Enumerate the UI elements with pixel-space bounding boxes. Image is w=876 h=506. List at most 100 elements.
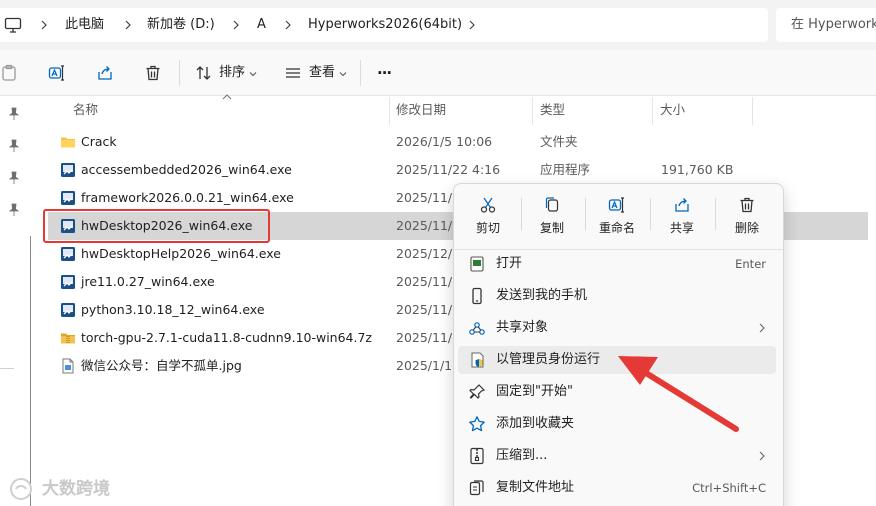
watermark: 大数跨境: [8, 476, 110, 502]
view-icon[interactable]: [284, 64, 302, 82]
copy-button[interactable]: 复制: [520, 192, 584, 242]
address-bar[interactable]: 此电脑 新加卷 (D:) A Hyperworks2026(64bit): [0, 8, 768, 42]
copy-icon: [545, 197, 559, 212]
column-header-date[interactable]: 修改日期: [396, 96, 446, 126]
paste-icon[interactable]: [0, 64, 18, 82]
file-date: 2025/1/10: [396, 358, 461, 373]
breadcrumb-item-this-pc[interactable]: 此电脑: [65, 8, 104, 42]
file-name: jre11.0.27_win64.exe: [81, 274, 215, 289]
trash-icon[interactable]: [144, 64, 162, 82]
rename-icon: [608, 197, 624, 213]
file-date: 2026/1/5 10:06: [396, 134, 493, 149]
copy-label: 复制: [539, 221, 564, 235]
column-separator[interactable]: [752, 97, 753, 125]
sort-button[interactable]: 排序: [219, 50, 245, 96]
menu-item-label: 以管理员身份运行: [496, 352, 601, 367]
file-type: 文件夹: [540, 134, 578, 149]
menu-item-share-with[interactable]: 共享对象: [458, 314, 776, 342]
chevron-right-icon: [41, 20, 47, 30]
file-type: 应用程序: [540, 162, 591, 177]
chevron-right-icon: [759, 323, 765, 333]
breadcrumb-item-drive-d[interactable]: 新加卷 (D:): [147, 8, 215, 42]
file-date: 2025/11/2: [396, 218, 461, 233]
file-row[interactable]: Crack 2026/1/5 10:06 文件夹: [48, 128, 868, 156]
chevron-right-icon: [285, 20, 291, 30]
file-date: 2025/11/22 4:16: [396, 162, 501, 177]
installer-icon: [61, 303, 75, 317]
chevron-down-icon: [249, 72, 257, 77]
column-header-size[interactable]: 大小: [660, 96, 685, 126]
more-options-button[interactable]: ···: [377, 50, 392, 96]
column-separator[interactable]: [652, 97, 653, 125]
pin-icon[interactable]: [8, 203, 20, 217]
breadcrumb-item-hyperworks[interactable]: Hyperworks2026(64bit): [308, 8, 462, 42]
cut-button[interactable]: 剪切: [456, 192, 520, 242]
menu-item-copy-as-path[interactable]: 复制文件地址 Ctrl+Shift+C: [458, 474, 776, 502]
chevron-right-icon: [233, 20, 239, 30]
image-file-icon: [62, 358, 74, 374]
pin-icon[interactable]: [8, 107, 20, 121]
file-size: 191,760 KB: [661, 162, 734, 177]
pin-icon[interactable]: [8, 139, 20, 153]
breadcrumb-item-a[interactable]: A: [257, 8, 266, 42]
column-header-type[interactable]: 类型: [540, 96, 565, 126]
file-name: python3.10.18_12_win64.exe: [81, 302, 265, 317]
file-date: 2025/11/2: [396, 190, 461, 205]
sort-icon[interactable]: [195, 64, 213, 82]
zip-icon: [470, 447, 484, 465]
phone-icon: [472, 287, 482, 305]
menu-item-label: 打开: [496, 256, 523, 271]
chevron-right-icon: [125, 20, 131, 30]
chevron-right-icon[interactable]: [466, 19, 478, 31]
star-icon: [469, 416, 485, 432]
view-button[interactable]: 查看: [309, 50, 335, 96]
open-app-icon: [470, 256, 484, 272]
cut-label: 剪切: [475, 221, 500, 235]
search-input[interactable]: 在 Hyperworks2026(64bit) 中搜索: [776, 8, 876, 42]
nav-scroll-indicator[interactable]: [30, 236, 31, 506]
column-separator[interactable]: [389, 97, 390, 125]
file-date: 2025/11/2: [396, 302, 461, 317]
file-name: hwDesktopHelp2026_win64.exe: [81, 246, 281, 261]
menu-item-compress-to[interactable]: 压缩到...: [458, 442, 776, 470]
sort-caret-icon: [222, 94, 232, 100]
pin-icon[interactable]: [8, 171, 20, 185]
column-separator[interactable]: [532, 97, 533, 125]
file-row[interactable]: accessembedded2026_win64.exe 2025/11/22 …: [48, 156, 868, 184]
shield-icon: [471, 352, 484, 368]
archive-icon: [61, 333, 75, 344]
file-date: 2025/12/1: [396, 246, 461, 261]
file-name: framework2026.0.0.21_win64.exe: [81, 190, 294, 205]
chevron-down-icon: [339, 72, 347, 77]
installer-icon: [61, 247, 75, 261]
scissors-icon: [480, 197, 496, 213]
copy-path-icon: [469, 480, 484, 496]
menu-item-shortcut: Enter: [735, 257, 766, 271]
installer-icon: [61, 275, 75, 289]
share-label: 共享: [669, 221, 694, 235]
file-date: 2025/11/2: [396, 274, 461, 289]
context-menu: 剪切 复制 重命名 共享 删除 打开 Enter 发送到我的手机 共享对象 以管…: [453, 183, 784, 506]
nav-divider: [0, 368, 14, 369]
menu-item-open[interactable]: 打开 Enter: [458, 250, 776, 278]
menu-item-pin-to-start[interactable]: 固定到"开始": [458, 378, 776, 406]
trash-icon: [740, 197, 754, 213]
delete-label: 删除: [734, 221, 759, 235]
menu-item-label: 压缩到...: [496, 448, 548, 463]
rename-button[interactable]: 重命名: [585, 192, 649, 242]
column-header-name[interactable]: 名称: [73, 96, 98, 126]
command-bar: 排序 查看 ···: [0, 50, 876, 96]
share-button[interactable]: 共享: [650, 192, 714, 242]
share-icon[interactable]: [96, 64, 114, 82]
menu-item-label: 发送到我的手机: [496, 288, 588, 303]
menu-item-run-as-admin[interactable]: 以管理员身份运行: [458, 346, 776, 374]
file-name: accessembedded2026_win64.exe: [81, 162, 292, 177]
delete-button[interactable]: 删除: [715, 192, 779, 242]
rename-icon[interactable]: [48, 64, 66, 82]
menu-item-add-to-favorites[interactable]: 添加到收藏夹: [458, 410, 776, 438]
menu-item-send-to-phone[interactable]: 发送到我的手机: [458, 282, 776, 310]
search-placeholder: 在 Hyperworks2026(64bit) 中搜索: [791, 17, 876, 32]
chevron-right-icon: [759, 451, 765, 461]
menu-item-label: 复制文件地址: [496, 480, 575, 495]
watermark-text: 大数跨境: [42, 479, 110, 499]
